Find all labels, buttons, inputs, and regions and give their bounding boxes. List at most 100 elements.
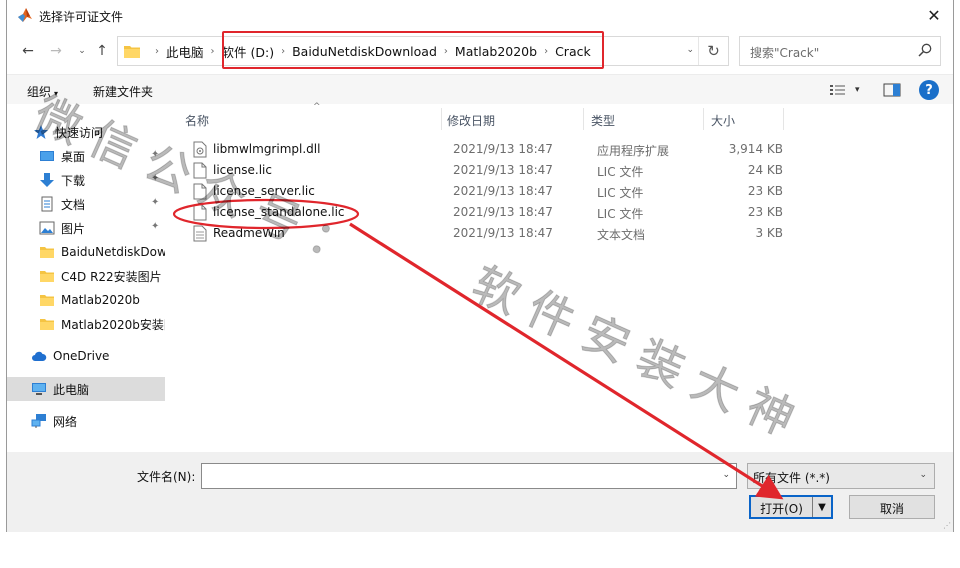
open-button[interactable]: 打开(O) ▼	[749, 495, 833, 519]
folder-icon	[40, 247, 54, 258]
computer-icon	[32, 383, 46, 395]
file-open-dialog: 选择许可证文件 ✕ ← → ⌄ ↑ › 此电脑 › 软件 (D:) › Baid…	[6, 0, 954, 532]
breadcrumb-item[interactable]: 软件 (D:)	[222, 42, 275, 61]
breadcrumb-separator[interactable]: ›	[281, 46, 285, 57]
column-header-type[interactable]: 类型	[591, 112, 615, 129]
sidebar-item-onedrive[interactable]: OneDrive	[7, 344, 165, 368]
navigation-bar: ← → ⌄ ↑ › 此电脑 › 软件 (D:) › BaiduNetdiskDo…	[7, 31, 953, 69]
pin-icon: ✦	[151, 197, 160, 208]
chevron-down-icon: ⌄	[919, 470, 927, 480]
sidebar-item-label: 图片	[61, 221, 86, 236]
file-name: libmwlmgrimpl.dll	[213, 142, 321, 156]
file-type: LIC 文件	[597, 207, 644, 221]
file-row[interactable]: libmwlmgrimpl.dll 2021/9/13 18:47 应用程序扩展…	[185, 139, 789, 160]
file-date: 2021/9/13 18:47	[453, 163, 553, 177]
sidebar-item-label: OneDrive	[53, 349, 110, 363]
file-type: 文本文档	[597, 228, 646, 242]
command-toolbar: 组织 ▾ 新建文件夹 ▾ ?	[7, 74, 953, 104]
back-button[interactable]: ←	[19, 42, 37, 60]
caret-down-icon: ▼	[818, 501, 826, 513]
column-divider[interactable]	[783, 108, 784, 130]
column-header-date[interactable]: 修改日期	[447, 112, 495, 129]
resize-grip-icon[interactable]: ⋰	[943, 521, 951, 530]
pin-icon: ✦	[151, 221, 160, 232]
file-type: LIC 文件	[597, 186, 644, 200]
search-icon	[918, 43, 932, 57]
breadcrumb-separator[interactable]: ›	[444, 46, 448, 57]
folder-icon	[40, 271, 54, 282]
refresh-icon: ↻	[707, 42, 720, 60]
file-type-select[interactable]: 所有文件 (*.*) ⌄	[747, 463, 935, 489]
sort-ascending-icon: ^	[313, 102, 321, 112]
arrow-up-icon: ↑	[96, 43, 108, 59]
sidebar-item-label: C4D R22安装图片	[61, 269, 162, 284]
file-date: 2021/9/13 18:47	[453, 226, 553, 240]
new-folder-button[interactable]: 新建文件夹	[93, 83, 153, 100]
chevron-down-icon: ⌄	[78, 46, 86, 56]
file-type: 应用程序扩展	[597, 144, 670, 158]
breadcrumb-item[interactable]: BaiduNetdiskDownload	[292, 44, 437, 59]
breadcrumb-item[interactable]: Crack	[555, 44, 591, 59]
breadcrumb-separator[interactable]: ›	[211, 46, 215, 57]
sidebar-item-label: 下载	[61, 173, 86, 188]
sidebar-item-documents[interactable]: 文档	[7, 192, 165, 216]
column-header-name[interactable]: 名称	[185, 112, 209, 129]
column-divider[interactable]	[583, 108, 584, 130]
up-button[interactable]: ↑	[93, 42, 111, 60]
forward-button[interactable]: →	[47, 42, 65, 60]
preview-pane-icon[interactable]	[883, 81, 901, 99]
sidebar-item-this-pc[interactable]: 此电脑	[7, 377, 165, 401]
cancel-button[interactable]: 取消	[849, 495, 935, 519]
text-file-icon	[193, 225, 207, 242]
breadcrumb-item[interactable]: 此电脑	[166, 42, 204, 61]
filename-input[interactable]: ⌄	[201, 463, 737, 489]
sidebar-item-network[interactable]: 网络	[7, 409, 165, 433]
help-button[interactable]: ?	[919, 80, 939, 100]
column-headers: ^ 名称 修改日期 类型 大小	[177, 102, 789, 132]
breadcrumb: › 此电脑 › 软件 (D:) › BaiduNetdiskDownload ›…	[148, 37, 591, 65]
sidebar-item-label: Matlab2020b安装图	[61, 317, 165, 332]
download-icon	[40, 173, 54, 187]
breadcrumb-item[interactable]: Matlab2020b	[455, 44, 537, 59]
search-input[interactable]: 搜索"Crack"	[739, 36, 941, 66]
file-type-value: 所有文件 (*.*)	[753, 471, 830, 485]
address-bar[interactable]: › 此电脑 › 软件 (D:) › BaiduNetdiskDownload ›…	[117, 31, 729, 69]
close-icon: ✕	[927, 5, 941, 25]
sidebar-item-pictures[interactable]: 图片	[7, 216, 165, 240]
picture-icon	[39, 221, 55, 235]
document-icon	[41, 196, 53, 212]
filename-label: 文件名(N):	[137, 470, 196, 484]
arrow-left-icon: ←	[22, 43, 34, 59]
column-divider[interactable]	[703, 108, 704, 130]
sidebar-item-label: 网络	[53, 414, 78, 429]
file-date: 2021/9/13 18:47	[453, 142, 553, 156]
sidebar-item-folder[interactable]: BaiduNetdiskDow	[7, 240, 165, 264]
file-type: LIC 文件	[597, 165, 644, 179]
chevron-down-icon[interactable]: ⌄	[686, 45, 694, 55]
column-header-size[interactable]: 大小	[711, 112, 735, 129]
search-placeholder: 搜索"Crack"	[750, 46, 820, 60]
sidebar-item-label: Matlab2020b	[61, 293, 140, 307]
column-divider[interactable]	[441, 108, 442, 130]
file-size: 3 KB	[755, 226, 783, 240]
sidebar-item-folder[interactable]: Matlab2020b	[7, 288, 165, 312]
dialog-footer: 文件名(N): ⌄ 所有文件 (*.*) ⌄ 打开(O) ▼ 取消 ⋰	[7, 452, 953, 532]
chevron-down-icon[interactable]: ⌄	[722, 470, 730, 480]
file-date: 2021/9/13 18:47	[453, 184, 553, 198]
refresh-button[interactable]: ↻	[698, 37, 728, 65]
window-title: 选择许可证文件	[39, 10, 124, 24]
open-split-button[interactable]: ▼	[813, 497, 831, 517]
caret-down-icon: ▾	[855, 85, 860, 95]
arrow-right-icon: →	[50, 43, 62, 59]
sidebar-item-folder[interactable]: Matlab2020b安装图	[7, 312, 165, 336]
close-button[interactable]: ✕	[921, 3, 947, 27]
recent-locations-button[interactable]: ⌄	[73, 42, 91, 60]
open-button-label[interactable]: 打开(O)	[751, 497, 813, 517]
folder-icon	[40, 295, 54, 306]
breadcrumb-separator[interactable]: ›	[544, 46, 548, 57]
view-options-button[interactable]: ▾	[829, 81, 869, 99]
sidebar-item-label: 此电脑	[53, 382, 90, 397]
file-size: 23 KB	[747, 205, 783, 219]
sidebar-item-folder[interactable]: C4D R22安装图片	[7, 264, 165, 288]
file-size: 24 KB	[747, 163, 783, 177]
